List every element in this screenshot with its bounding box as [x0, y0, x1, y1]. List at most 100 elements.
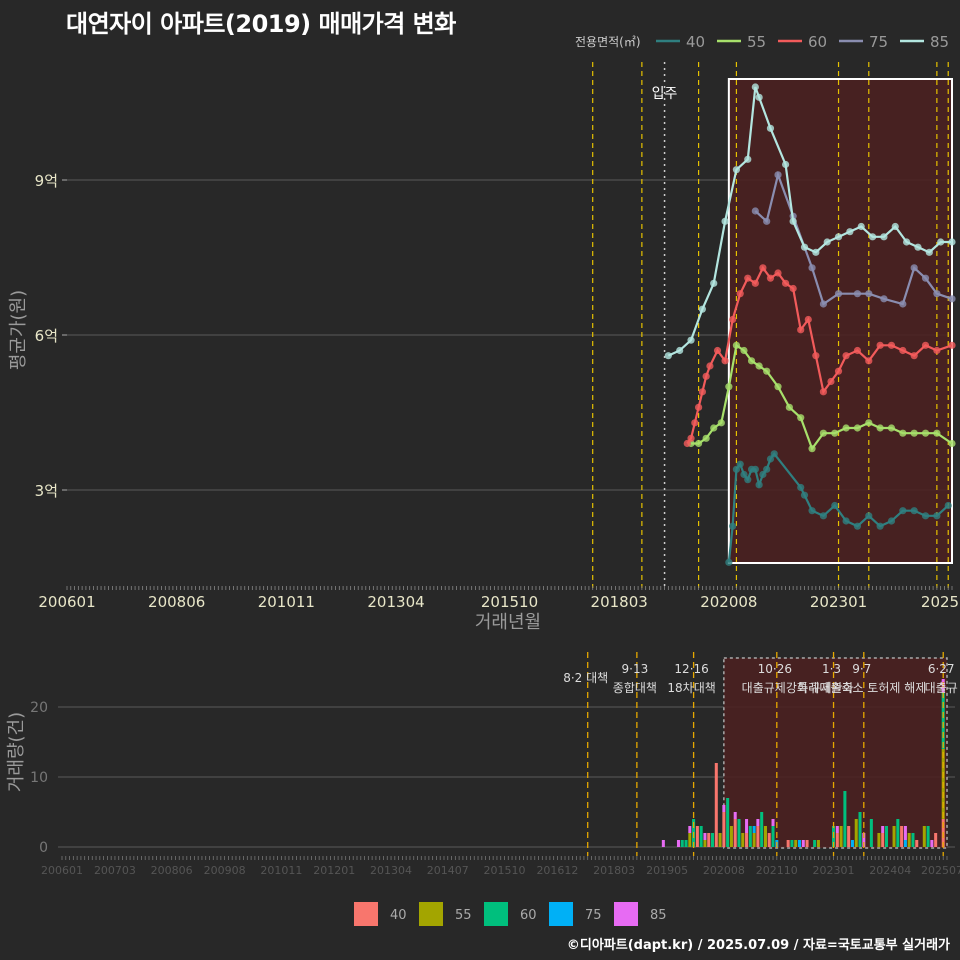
data-point-40 [865, 512, 873, 520]
x-tick-label: 201510 [481, 593, 538, 611]
data-point-55 [732, 341, 741, 349]
x-tick-label-bottom: 201201 [313, 864, 355, 877]
data-point-40 [910, 507, 918, 515]
x-tick-label-bottom: 200908 [204, 864, 246, 877]
volume-bar-40 [847, 826, 851, 847]
data-point-40 [842, 517, 850, 525]
data-point-75 [933, 290, 941, 298]
data-point-55 [842, 424, 850, 432]
y-tick-label: 9억 [35, 172, 58, 190]
volume-bar-55 [907, 833, 911, 847]
volume-bar-40 [900, 826, 904, 847]
data-point-85 [781, 160, 790, 169]
data-point-85 [676, 346, 684, 355]
data-point-85 [766, 124, 775, 132]
data-point-40 [744, 476, 752, 484]
data-point-40 [800, 491, 809, 499]
data-point-55 [921, 429, 930, 437]
x-tick-label-bottom: 201407 [427, 864, 469, 877]
volume-bar-40 [915, 840, 919, 847]
volume-bar-60 [737, 819, 741, 847]
data-point-60 [721, 357, 729, 365]
data-point-55 [755, 362, 763, 370]
data-point-40 [944, 501, 952, 510]
volume-bar-55 [794, 840, 798, 847]
data-point-55 [865, 419, 873, 427]
legend-swatch-40 [354, 902, 378, 926]
data-point-40 [725, 558, 733, 566]
data-point-85 [834, 233, 843, 241]
policy-label: 9·13 [622, 662, 649, 676]
data-point-60 [713, 346, 722, 355]
volume-bar-40 [707, 833, 711, 847]
data-point-60 [702, 372, 710, 380]
volume-bar-60 [941, 693, 945, 749]
data-point-40 [729, 522, 737, 530]
volume-bar-85 [661, 840, 665, 847]
volume-bar-60 [896, 819, 900, 847]
y-tick-label: 6억 [35, 327, 58, 345]
data-point-60 [812, 352, 820, 360]
volume-bar-55 [729, 826, 733, 847]
data-point-60 [695, 403, 703, 411]
policy-label: 9·7 [852, 662, 871, 676]
volume-bar-60 [684, 840, 688, 847]
data-point-40 [808, 507, 816, 515]
chart-canvas: 3억 6억 9억 입주 200601 200806 201011 201304 201510 20… [6, 33, 960, 926]
data-point-75 [921, 274, 930, 282]
volume-bar-55 [922, 826, 926, 847]
data-point-75 [910, 264, 918, 272]
x-tick-label-bottom: 202404 [869, 864, 911, 877]
x-tick-label: 200806 [148, 593, 205, 611]
data-point-40 [819, 512, 828, 520]
data-point-55 [763, 367, 771, 375]
y-axis-label: 평균가(원) [8, 290, 29, 370]
data-point-85 [925, 248, 933, 256]
data-point-40 [751, 465, 759, 473]
volume-bar-60 [711, 833, 715, 847]
x-tick-label-bottom: 202110 [756, 864, 798, 877]
volume-bar-85 [733, 812, 737, 819]
data-point-40 [887, 517, 896, 525]
volume-bar-85 [722, 805, 726, 812]
data-point-55 [785, 403, 793, 411]
data-point-40 [853, 522, 862, 530]
volume-bar-75 [903, 840, 907, 847]
data-point-60 [834, 367, 843, 375]
data-point-55 [808, 445, 816, 453]
volume-bar-40 [722, 812, 726, 847]
x-tick-label-bottom: 201803 [593, 864, 635, 877]
data-point-75 [834, 290, 843, 298]
data-point-60 [766, 274, 775, 282]
x-tick-label-bottom: 202301 [813, 864, 855, 877]
x-tick-label-bottom: 200601 [41, 864, 83, 877]
data-point-75 [763, 217, 771, 225]
x-tick-label-bottom: 201510 [484, 864, 526, 877]
data-point-85 [744, 155, 752, 163]
data-point-60 [865, 357, 873, 365]
volume-bar-40 [695, 826, 699, 847]
volume-bar-75 [850, 840, 854, 847]
data-point-60 [853, 346, 862, 355]
legend-title: 전용면적(㎡) [575, 35, 641, 49]
data-point-55 [910, 429, 918, 437]
data-point-55 [887, 424, 896, 432]
data-point-40 [736, 460, 744, 468]
volume-bar-55 [839, 826, 843, 847]
volume-bar-60 [771, 826, 775, 847]
data-point-40 [899, 507, 907, 515]
data-point-60 [789, 284, 797, 293]
volume-bar-85 [756, 819, 760, 826]
y-tick-label: 3억 [35, 482, 58, 500]
data-point-55 [899, 429, 907, 437]
volume-bar-85 [703, 833, 707, 840]
legend-label-60: 60 [808, 33, 827, 51]
data-point-85 [721, 217, 729, 225]
data-point-60 [804, 315, 812, 324]
data-point-85 [846, 228, 854, 236]
volume-bar-55 [854, 819, 858, 847]
data-point-55 [853, 424, 862, 432]
data-point-75 [948, 295, 956, 303]
data-point-55 [740, 346, 748, 355]
data-point-60 [933, 346, 941, 355]
